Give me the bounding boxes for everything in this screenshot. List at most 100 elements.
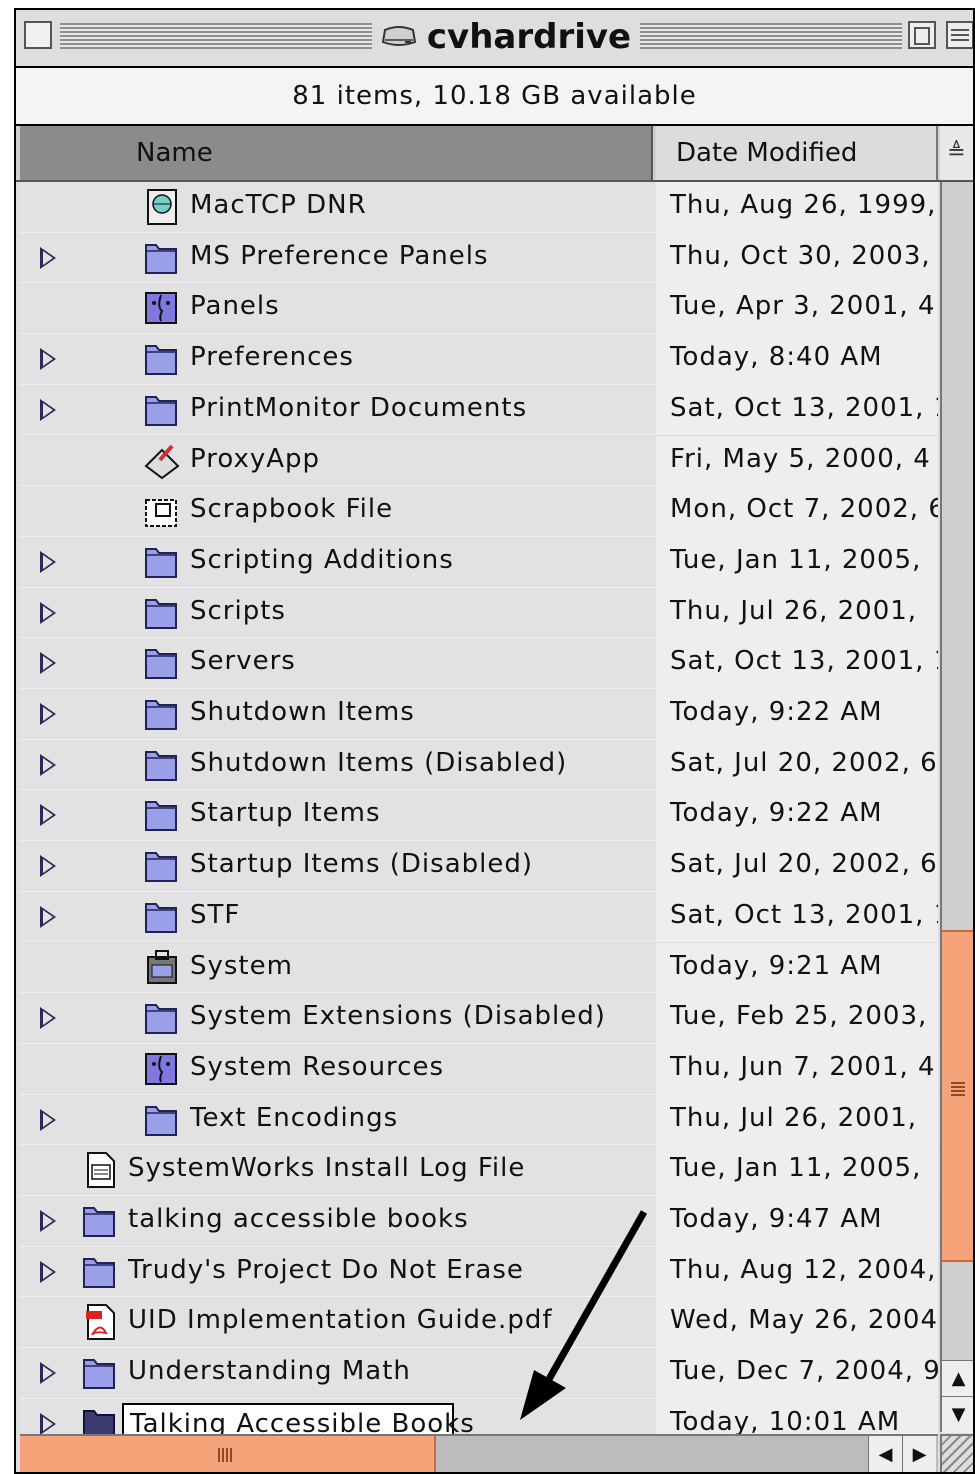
resize-grow-box[interactable] [940,1434,973,1472]
list-row[interactable]: Shutdown Items Today, 9:22 AM [20,689,938,740]
list-row[interactable]: talking accessible books Today, 9:47 AM [20,1196,938,1247]
stf-folder-icon[interactable] [142,898,182,936]
pdf-document-icon[interactable] [80,1303,120,1341]
name-cell: Shutdown Items (Disabled) [20,739,656,790]
mac-os-face-icon[interactable] [142,1050,182,1088]
rename-field[interactable]: Talking Accessible Books [122,1402,474,1434]
application-icon[interactable] [142,442,182,480]
list-row[interactable]: MS Preference Panels Thu, Oct 30, 2003, [20,232,938,284]
horizontal-scroll-thumb[interactable] [20,1436,436,1472]
sort-direction-icon[interactable]: ≜ [940,126,973,180]
collapse-box-icon[interactable] [946,21,974,49]
folder-icon[interactable] [80,1202,120,1240]
close-box[interactable] [24,21,52,49]
date-modified: Today, 10:01 AM [670,1406,901,1434]
date-cell: Thu, Oct 30, 2003, [656,232,938,283]
date-modified: Today, 9:22 AM [670,697,883,727]
name-cell: Shutdown Items [20,689,656,739]
list-row[interactable]: Text Encodings Thu, Jul 26, 2001, [20,1094,938,1146]
disclosure-triangle-icon[interactable] [40,550,56,573]
list-row[interactable]: Startup Items Today, 9:22 AM [20,790,938,842]
list-row[interactable]: ProxyApp Fri, May 5, 2000, 4 [20,435,938,487]
disclosure-triangle-icon[interactable] [40,398,56,421]
finder-window: cvhardrive 81 items, 10.18 GB available … [14,8,975,1474]
list-row[interactable]: Scrapbook File Mon, Oct 7, 2002, 6 [20,486,938,537]
vertical-scroll-thumb[interactable] [942,930,973,1262]
date-modified: Tue, Dec 7, 2004, 9 [670,1356,938,1387]
folder-selected-icon[interactable] [80,1405,120,1434]
list-row[interactable]: Scripts Thu, Jul 26, 2001, [20,587,938,639]
list-row[interactable]: SystemWorks Install Log File Tue, Jan 11,… [20,1145,938,1196]
list-row[interactable]: Preferences Today, 8:40 AM [20,334,938,385]
disclosure-triangle-icon[interactable] [40,1362,56,1385]
vertical-scrollbar[interactable]: ▲ ▼ [940,182,973,1433]
list-row[interactable]: STF Sat, Oct 13, 2001, 1 [20,891,938,943]
scrapbook-file-icon[interactable] [142,492,182,530]
file-name: System Resources [190,1051,444,1082]
horizontal-scrollbar[interactable]: ◀ ▶ [20,1434,938,1472]
folder-icon[interactable] [80,1354,120,1392]
date-modified-column-header[interactable]: Date Modified [656,126,938,180]
disclosure-triangle-icon[interactable] [40,703,56,725]
name-column-header[interactable]: Name [20,126,653,180]
text-document-icon[interactable] [80,1151,120,1189]
disclosure-triangle-icon[interactable] [40,753,56,776]
date-modified: Sat, Oct 13, 2001, 1 [670,392,938,423]
list-row[interactable]: Talking Accessible Books Today, 10:01 AM [20,1398,938,1434]
extensions-folder-disabled-icon[interactable] [142,999,182,1037]
text-encodings-folder-icon[interactable] [142,1101,182,1139]
list-row[interactable]: System Today, 9:21 AM [20,942,938,994]
list-row[interactable]: System Resources Thu, Jun 7, 2001, 4 [20,1043,938,1095]
disclosure-triangle-icon[interactable] [40,855,56,878]
disclosure-triangle-icon[interactable] [40,1108,56,1131]
list-row[interactable]: PrintMonitor Documents Sat, Oct 13, 2001,… [20,384,938,436]
printer-folder-icon[interactable] [142,391,182,429]
scroll-right-arrow-icon[interactable]: ▶ [902,1436,936,1472]
list-row[interactable]: Panels Tue, Apr 3, 2001, 4 [20,283,938,335]
script-folder-icon[interactable] [142,543,182,581]
disclosure-triangle-icon[interactable] [40,804,56,827]
disclosure-triangle-icon[interactable] [40,652,56,675]
power-folder-icon[interactable] [142,695,182,733]
folder-icon[interactable] [142,644,182,682]
list-row[interactable]: UID Implementation Guide.pdf Wed, May 26,… [20,1297,938,1349]
mac-os-face-icon[interactable] [142,289,182,327]
zoom-box[interactable] [908,21,936,49]
list-row[interactable]: Startup Items (Disabled) Sat, Jul 20, 200… [20,841,938,892]
list-row[interactable]: MacTCP DNR Thu, Aug 26, 1999, [20,182,938,233]
list-row[interactable]: Servers Sat, Oct 13, 2001, 1 [20,638,938,689]
list-row[interactable]: System Extensions (Disabled) Tue, Feb 25,… [20,993,938,1044]
project-folder-icon[interactable] [80,1253,120,1291]
file-name: Startup Items [190,798,381,829]
disclosure-triangle-icon[interactable] [40,348,56,371]
disclosure-triangle-icon[interactable] [40,246,56,269]
folder-icon[interactable] [142,239,182,277]
date-cell: Tue, Jan 11, 2005, [656,536,938,587]
file-name[interactable]: Talking Accessible Books [130,1409,475,1434]
scroll-up-arrow-icon[interactable]: ▲ [942,1360,973,1397]
scroll-left-arrow-icon[interactable]: ◀ [868,1436,902,1472]
system-suitcase-icon[interactable] [142,949,182,987]
power-folder-disabled-icon[interactable] [142,847,182,885]
list-row[interactable]: Trudy's Project Do Not Erase Thu, Aug 12,… [20,1246,938,1298]
file-name: SystemWorks Install Log File [128,1153,526,1184]
preferences-folder-icon[interactable] [142,340,182,378]
list-row[interactable]: Understanding Math Tue, Dec 7, 2004, 9 [20,1348,938,1399]
power-folder-icon[interactable] [142,796,182,834]
disclosure-triangle-icon[interactable] [40,1210,56,1232]
disclosure-triangle-icon[interactable] [40,1007,56,1030]
file-name: Servers [190,646,296,677]
date-cell: Tue, Dec 7, 2004, 9 [656,1348,938,1398]
disclosure-triangle-icon[interactable] [40,1412,56,1434]
power-folder-disabled-icon[interactable] [142,746,182,784]
disclosure-triangle-icon[interactable] [40,1260,56,1283]
date-cell: Sat, Jul 20, 2002, 6 [656,841,938,891]
disclosure-triangle-icon[interactable] [40,601,56,624]
script-folder-icon[interactable] [142,594,182,632]
list-row[interactable]: Shutdown Items (Disabled) Sat, Jul 20, 20… [20,739,938,791]
control-panel-globe-icon[interactable] [142,188,182,226]
title-bar[interactable]: cvhardrive [16,10,973,68]
disclosure-triangle-icon[interactable] [40,905,56,928]
scroll-down-arrow-icon[interactable]: ▼ [942,1396,973,1433]
list-row[interactable]: Scripting Additions Tue, Jan 11, 2005, [20,536,938,588]
